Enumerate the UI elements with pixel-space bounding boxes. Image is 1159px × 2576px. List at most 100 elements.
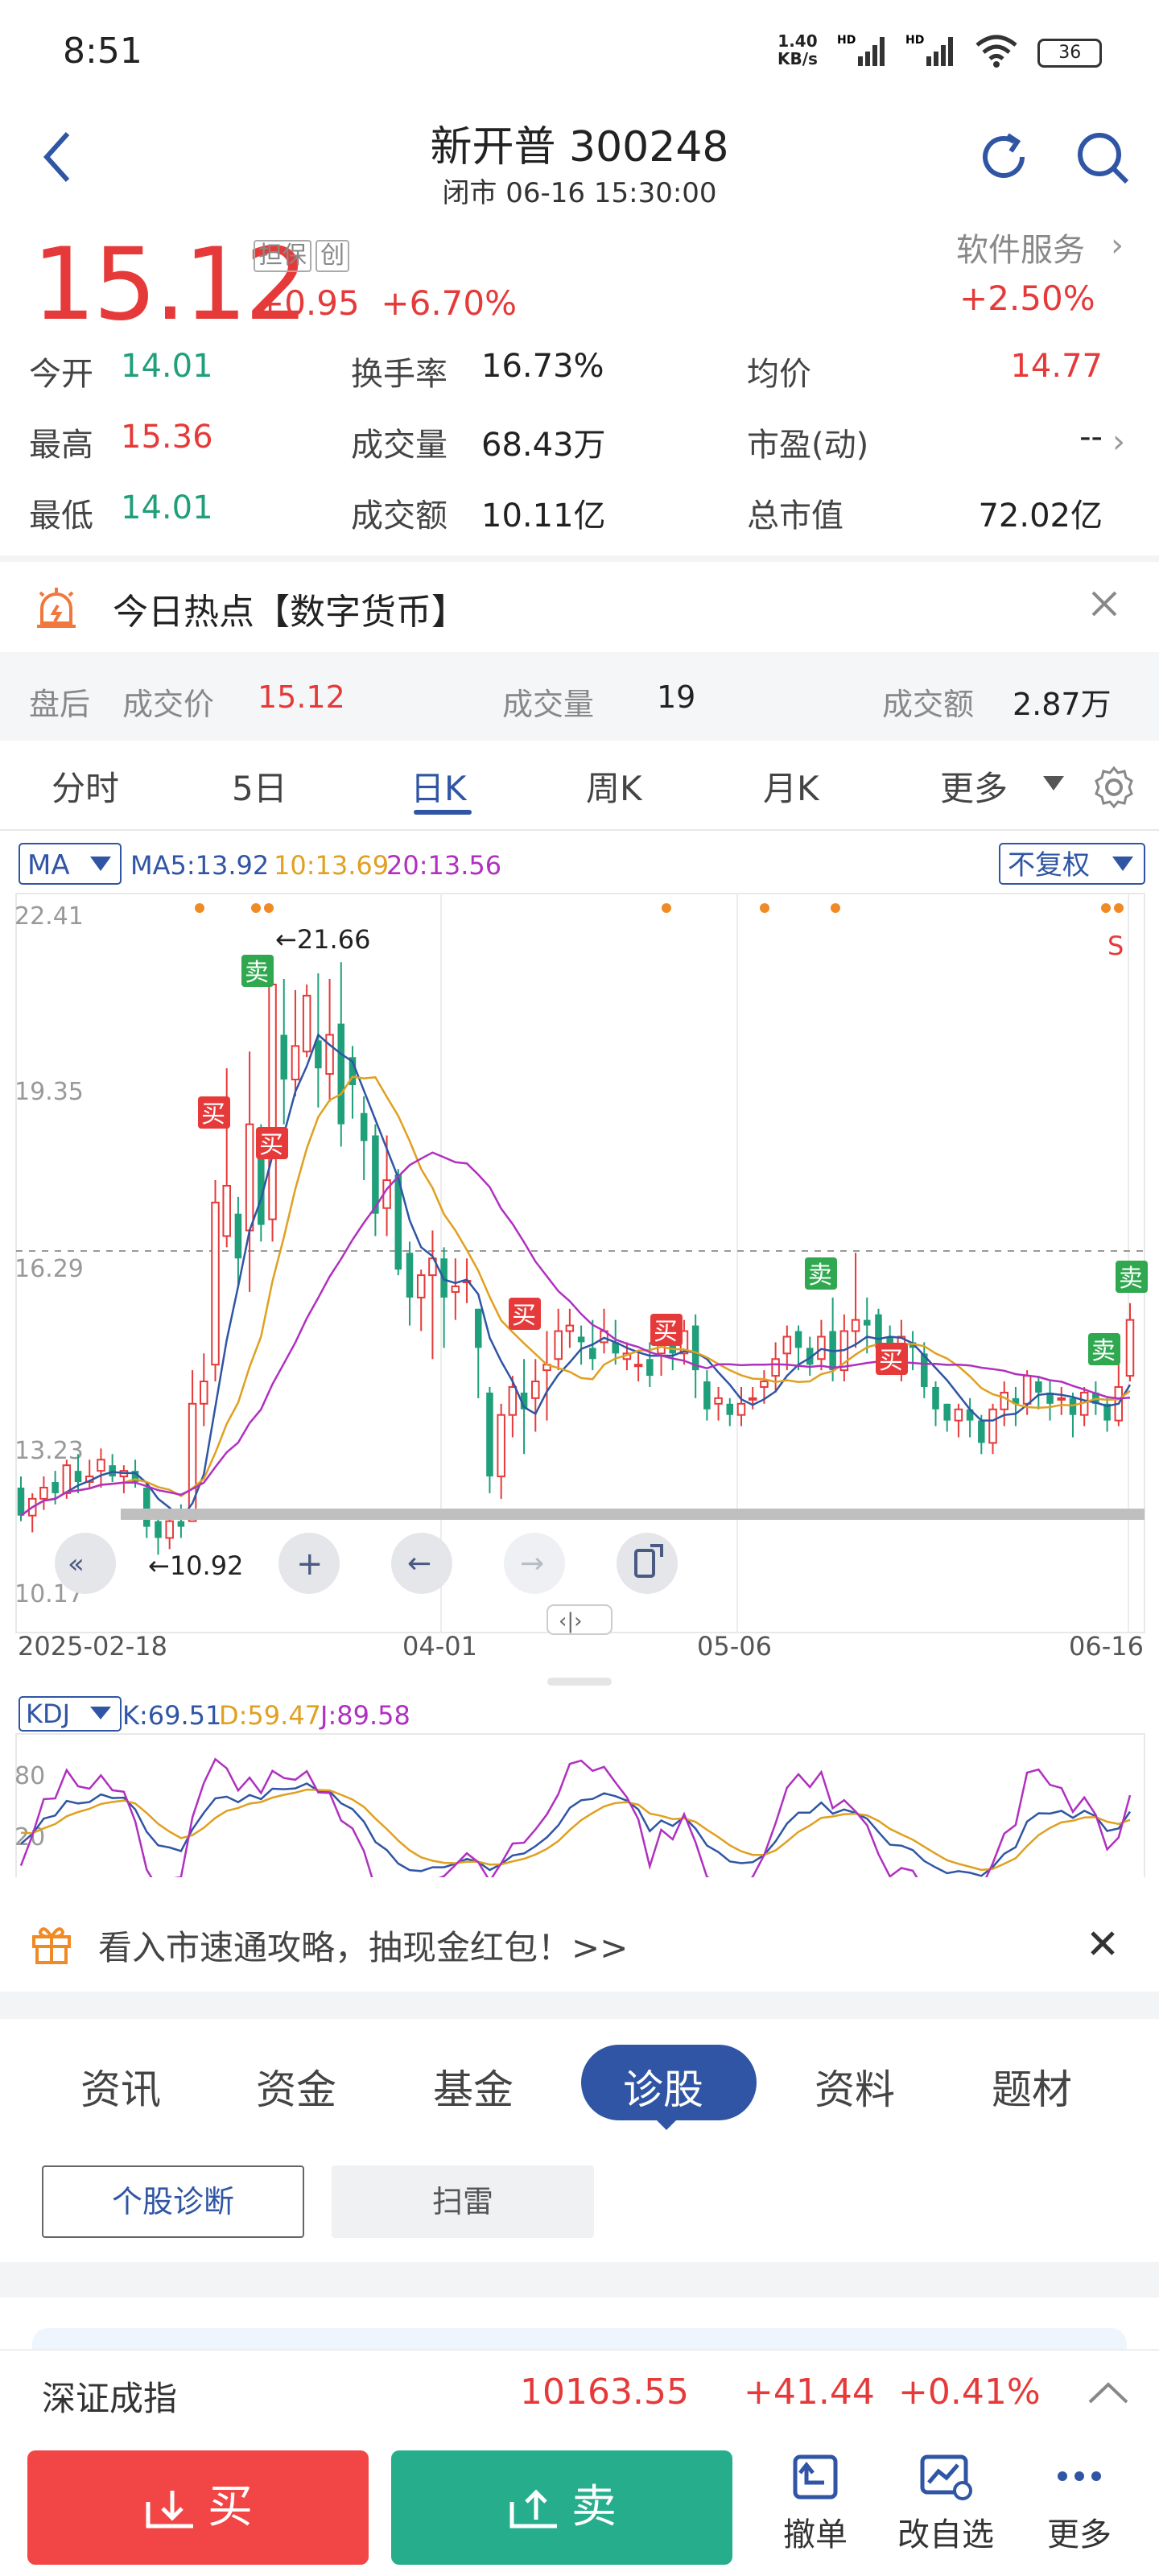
candle-body xyxy=(760,1381,769,1388)
signal-buy[interactable]: 买 xyxy=(256,1127,288,1159)
watchlist-chart-icon xyxy=(920,2454,972,2500)
candle-body xyxy=(486,1392,493,1477)
ma10-value: 10:13.69 xyxy=(274,850,389,881)
sell-arrow-icon xyxy=(509,2489,557,2529)
candle-body xyxy=(703,1381,711,1410)
quote-label: 市盈(动) xyxy=(747,427,869,464)
rotate-screen-button[interactable] xyxy=(617,1533,678,1594)
candle-body xyxy=(943,1403,951,1421)
signal-sell[interactable]: 卖 xyxy=(805,1257,837,1290)
chevron-right-icon[interactable]: › xyxy=(1112,423,1125,460)
candle-body xyxy=(577,1336,585,1343)
sell-button[interactable]: 卖 xyxy=(391,2450,732,2565)
candle-body xyxy=(62,1464,72,1494)
change-percent: +6.70% xyxy=(381,283,518,323)
index-percent: +0.41% xyxy=(898,2372,1041,2413)
signal-sell[interactable]: 卖 xyxy=(1088,1333,1120,1365)
quote-value: 14.01 xyxy=(121,348,213,385)
candle-body xyxy=(736,1402,746,1416)
active-tab-pointer xyxy=(654,2117,679,2130)
svg-text:买: 买 xyxy=(512,1302,536,1330)
signal-icon-2: HD xyxy=(905,34,954,66)
zoom-out-left-button[interactable]: « xyxy=(55,1533,116,1594)
svg-text:买: 买 xyxy=(201,1100,225,1129)
tab-news[interactable]: 资讯 xyxy=(80,2058,161,2116)
speed-unit: KB/s xyxy=(777,49,818,68)
resize-handle[interactable] xyxy=(547,1678,612,1686)
candle-body xyxy=(726,1403,734,1415)
candle-body xyxy=(646,1359,654,1377)
chevron-up-icon[interactable] xyxy=(1087,2380,1130,2405)
search-icon[interactable] xyxy=(1074,129,1130,185)
signal-buy[interactable]: 买 xyxy=(198,1096,230,1129)
candle-body xyxy=(451,1285,460,1293)
candle-body xyxy=(1125,1319,1135,1377)
candle-body xyxy=(325,1034,334,1075)
candle-body xyxy=(360,1113,368,1141)
arrow-right-button[interactable]: → xyxy=(504,1533,565,1594)
chart-scrollbar[interactable] xyxy=(121,1509,1145,1520)
tab-weekly-k[interactable]: 周K xyxy=(586,762,642,811)
svg-text:卖: 卖 xyxy=(1091,1337,1116,1365)
dropdown-triangle-icon[interactable] xyxy=(1041,774,1066,792)
candle-body xyxy=(954,1408,963,1422)
refresh-icon[interactable] xyxy=(975,129,1032,185)
more-dots-icon xyxy=(1058,2471,1101,2481)
candle-body xyxy=(1069,1397,1077,1415)
edit-watchlist-button[interactable]: 改自选 xyxy=(885,2452,1006,2555)
signal-sell[interactable]: 卖 xyxy=(241,955,274,987)
candle-body xyxy=(863,1319,871,1326)
more-button[interactable]: 更多 xyxy=(1019,2452,1140,2555)
tab-intraday[interactable]: 分时 xyxy=(52,762,119,811)
close-icon[interactable] xyxy=(1088,1929,1117,1958)
chevron-right-icon[interactable]: › xyxy=(1111,227,1124,264)
after-price: 15.12 xyxy=(258,679,345,715)
event-markers[interactable] xyxy=(195,903,1124,913)
x-axis-label: 04-01 xyxy=(402,1631,477,1662)
tab-fund[interactable]: 基金 xyxy=(433,2058,514,2116)
tab-5day[interactable]: 5日 xyxy=(232,762,287,811)
svg-text:HD: HD xyxy=(837,34,856,47)
signal-buy[interactable]: 买 xyxy=(876,1343,908,1375)
svg-text:卖: 卖 xyxy=(808,1261,832,1290)
signal-buy[interactable]: 买 xyxy=(509,1298,541,1330)
hot-topic-text[interactable]: 今日热点【数字货币】 xyxy=(113,583,467,634)
ad-banner-text[interactable]: 看入市速通攻略，抽现金红包！>> xyxy=(98,1921,628,1970)
stock-diagnosis-button[interactable]: 个股诊断 xyxy=(42,2165,304,2238)
tab-daily-k[interactable]: 日K xyxy=(410,762,467,811)
tab-diagnosis[interactable]: 诊股 xyxy=(623,2058,703,2116)
candle-body xyxy=(633,1364,643,1368)
y-axis-label: 22.41 xyxy=(14,902,84,931)
tab-monthly-k[interactable]: 月K xyxy=(763,762,819,811)
tab-more[interactable]: 更多 xyxy=(940,762,1008,811)
tab-funds-flow[interactable]: 资金 xyxy=(256,2058,336,2116)
buy-button[interactable]: 买 xyxy=(27,2450,369,2565)
candle-body xyxy=(268,983,277,1220)
tab-profile[interactable]: 资料 xyxy=(815,2058,895,2116)
quote-label: 均价 xyxy=(747,356,811,393)
chart-frame xyxy=(15,893,1145,1633)
candle-body xyxy=(794,1331,802,1348)
close-icon[interactable] xyxy=(1088,588,1120,620)
index-value: 10163.55 xyxy=(520,2372,689,2413)
signal-sell[interactable]: 卖 xyxy=(1116,1261,1148,1293)
index-name: 深证成指 xyxy=(42,2379,178,2418)
zoom-in-button[interactable]: + xyxy=(278,1533,340,1594)
after-volume-label: 成交量 xyxy=(502,687,595,722)
network-speed: 1.40 KB/s xyxy=(777,32,818,68)
kline-chart[interactable]: MA MA5:13.92 10:13.69 20:13.56 不复权 22.41… xyxy=(0,831,1159,1877)
candle-body xyxy=(74,1471,82,1483)
signal-icon: HD xyxy=(837,34,885,66)
chart-drag-handle[interactable]: ‹|› xyxy=(547,1604,612,1635)
risk-scan-button[interactable]: 扫雷 xyxy=(332,2165,594,2238)
candle-body xyxy=(988,1408,997,1444)
kdj-d-value: D:59.47 xyxy=(219,1700,321,1731)
ma20-value: 20:13.56 xyxy=(386,850,501,881)
arrow-left-button[interactable]: ← xyxy=(391,1533,452,1594)
candle-body xyxy=(52,1482,59,1493)
tab-themes[interactable]: 题材 xyxy=(992,2058,1072,2116)
signal-buy[interactable]: 买 xyxy=(650,1314,683,1346)
settings-gear-icon[interactable] xyxy=(1091,765,1136,810)
cancel-order-button[interactable]: 撤单 xyxy=(755,2452,876,2555)
sector-link[interactable]: 软件服务 xyxy=(956,224,1085,270)
